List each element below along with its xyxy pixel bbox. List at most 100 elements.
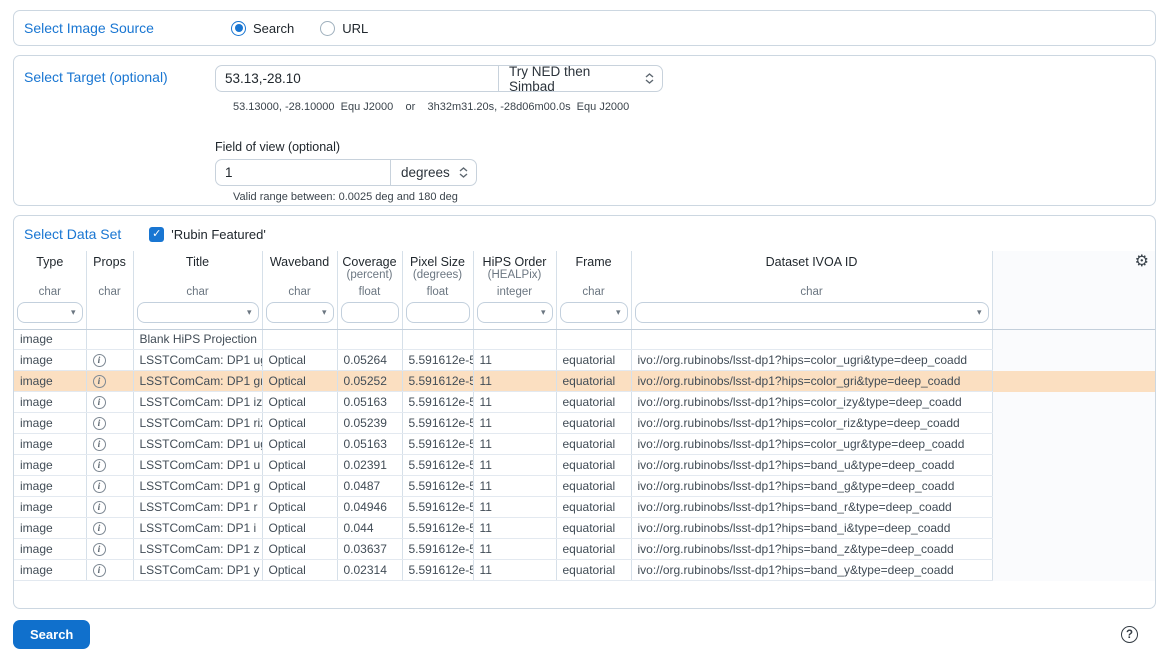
column-header-dataset-ivoa-id[interactable]: Dataset IVOA IDchar▾: [631, 251, 992, 330]
info-icon[interactable]: i: [93, 417, 106, 430]
table-cell: i: [86, 413, 133, 434]
table-cell: image: [14, 518, 86, 539]
table-row[interactable]: imageiLSSTComCam: DP1 ugriOptical0.05264…: [14, 350, 1155, 371]
search-button[interactable]: Search: [13, 620, 90, 649]
column-datatype: float: [338, 283, 402, 302]
resolver-select[interactable]: Try NED then Simbad: [498, 65, 663, 92]
table-row[interactable]: imageiLSSTComCam: DP1 ugrOptical0.051635…: [14, 434, 1155, 455]
column-header-title[interactable]: Titlechar▾: [133, 251, 262, 330]
table-cell: ivo://org.rubinobs/lsst-dp1?hips=band_u&…: [631, 455, 992, 476]
dataset-panel: Select Data Set ✓ 'Rubin Featured' Typec…: [13, 215, 1156, 609]
table-cell: ivo://org.rubinobs/lsst-dp1?hips=band_i&…: [631, 518, 992, 539]
info-icon[interactable]: i: [93, 459, 106, 472]
table-cell: equatorial: [556, 560, 631, 581]
table-header-row: Typechar▾PropscharTitlechar▾Wavebandchar…: [14, 251, 1155, 330]
table-cell: i: [86, 434, 133, 455]
table-cell: equatorial: [556, 392, 631, 413]
info-icon[interactable]: i: [93, 564, 106, 577]
column-header-frame[interactable]: Framechar▾: [556, 251, 631, 330]
table-row[interactable]: imageBlank HiPS Projection: [14, 330, 1155, 350]
table-cell: image: [14, 455, 86, 476]
table-filler-header: [992, 251, 1155, 330]
table-row[interactable]: imageiLSSTComCam: DP1 iOptical0.0445.591…: [14, 518, 1155, 539]
table-cell: i: [86, 392, 133, 413]
column-header-type[interactable]: Typechar▾: [14, 251, 86, 330]
column-header-coverage[interactable]: Coverage(percent)float: [337, 251, 402, 330]
info-icon[interactable]: i: [93, 543, 106, 556]
table-cell: ivo://org.rubinobs/lsst-dp1?hips=band_g&…: [631, 476, 992, 497]
table-cell: LSSTComCam: DP1 gri: [133, 371, 262, 392]
table-filler-cell: [992, 330, 1155, 350]
table-cell: 0.02391: [337, 455, 402, 476]
help-icon[interactable]: ?: [1121, 626, 1138, 643]
table-cell: ivo://org.rubinobs/lsst-dp1?hips=band_z&…: [631, 539, 992, 560]
column-datatype: integer: [474, 283, 556, 302]
image-source-radio-url[interactable]: URL: [320, 21, 368, 36]
column-title: Title: [134, 251, 262, 283]
table-cell: Optical: [262, 476, 337, 497]
table-cell: [473, 330, 556, 350]
info-icon[interactable]: i: [93, 501, 106, 514]
table-row[interactable]: imageiLSSTComCam: DP1 izyOptical0.051635…: [14, 392, 1155, 413]
table-cell: equatorial: [556, 413, 631, 434]
table-row[interactable]: imageiLSSTComCam: DP1 griOptical0.052525…: [14, 371, 1155, 392]
info-icon[interactable]: i: [93, 354, 106, 367]
table-row[interactable]: imageiLSSTComCam: DP1 rOptical0.049465.5…: [14, 497, 1155, 518]
column-header-hips-order[interactable]: HiPS Order(HEALPix)integer▾: [473, 251, 556, 330]
column-filter-input[interactable]: [341, 302, 399, 323]
table-cell: [556, 330, 631, 350]
target-content: Try NED then Simbad 53.13000, -28.10000 …: [215, 65, 663, 193]
info-icon[interactable]: i: [93, 396, 106, 409]
image-source-radio-search[interactable]: Search: [231, 21, 294, 36]
column-header-waveband[interactable]: Wavebandchar▾: [262, 251, 337, 330]
column-filter-select[interactable]: ▾: [17, 302, 83, 323]
info-icon[interactable]: i: [93, 522, 106, 535]
resolved-coordinates-text: 53.13000, -28.10000 Equ J2000 or 3h32m31…: [233, 101, 663, 113]
table-cell: i: [86, 455, 133, 476]
table-filler-cell: [992, 497, 1155, 518]
table-row[interactable]: imageiLSSTComCam: DP1 gOptical0.04875.59…: [14, 476, 1155, 497]
column-filter-select[interactable]: ▾: [635, 302, 989, 323]
table-cell: LSSTComCam: DP1 y: [133, 560, 262, 581]
table-row[interactable]: imageiLSSTComCam: DP1 rizOptical0.052395…: [14, 413, 1155, 434]
table-row[interactable]: imageiLSSTComCam: DP1 yOptical0.023145.5…: [14, 560, 1155, 581]
column-filter-select[interactable]: ▾: [266, 302, 334, 323]
table-cell: equatorial: [556, 350, 631, 371]
target-panel: Select Target (optional) Try NED then Si…: [13, 55, 1156, 206]
info-icon[interactable]: i: [93, 375, 106, 388]
column-filter-input[interactable]: [406, 302, 470, 323]
table-cell: 11: [473, 560, 556, 581]
rubin-featured-checkbox[interactable]: ✓ 'Rubin Featured': [149, 227, 266, 242]
table-cell: i: [86, 518, 133, 539]
table-cell: 5.591612e-5: [402, 392, 473, 413]
column-filter-select[interactable]: ▾: [560, 302, 628, 323]
fov-input[interactable]: [215, 159, 391, 186]
table-cell: 11: [473, 350, 556, 371]
fov-unit-select[interactable]: degrees: [390, 159, 477, 186]
table-cell: equatorial: [556, 434, 631, 455]
radio-icon: [320, 21, 335, 36]
info-icon[interactable]: i: [93, 480, 106, 493]
table-cell: LSSTComCam: DP1 i: [133, 518, 262, 539]
chevron-down-icon: ▾: [616, 308, 621, 317]
table-cell: equatorial: [556, 497, 631, 518]
table-cell: image: [14, 434, 86, 455]
column-filter-select[interactable]: ▾: [477, 302, 553, 323]
info-icon[interactable]: i: [93, 438, 106, 451]
image-source-label: Select Image Source: [24, 20, 231, 36]
column-header-props[interactable]: Propschar: [86, 251, 133, 330]
chevron-down-icon: ▾: [71, 308, 76, 317]
table-row[interactable]: imageiLSSTComCam: DP1 zOptical0.036375.5…: [14, 539, 1155, 560]
target-input[interactable]: [215, 65, 499, 92]
table-cell: Optical: [262, 518, 337, 539]
table-cell: LSSTComCam: DP1 r: [133, 497, 262, 518]
table-filler-cell: [992, 560, 1155, 581]
column-header-pixel-size[interactable]: Pixel Size(degrees)float: [402, 251, 473, 330]
table-cell: 11: [473, 434, 556, 455]
table-options-gear-icon[interactable]: ⚙: [1135, 254, 1149, 270]
table-cell: ivo://org.rubinobs/lsst-dp1?hips=color_u…: [631, 434, 992, 455]
dataset-label: Select Data Set: [24, 226, 121, 242]
column-filter-select[interactable]: ▾: [137, 302, 259, 323]
table-row[interactable]: imageiLSSTComCam: DP1 uOptical0.023915.5…: [14, 455, 1155, 476]
table-cell: 11: [473, 455, 556, 476]
